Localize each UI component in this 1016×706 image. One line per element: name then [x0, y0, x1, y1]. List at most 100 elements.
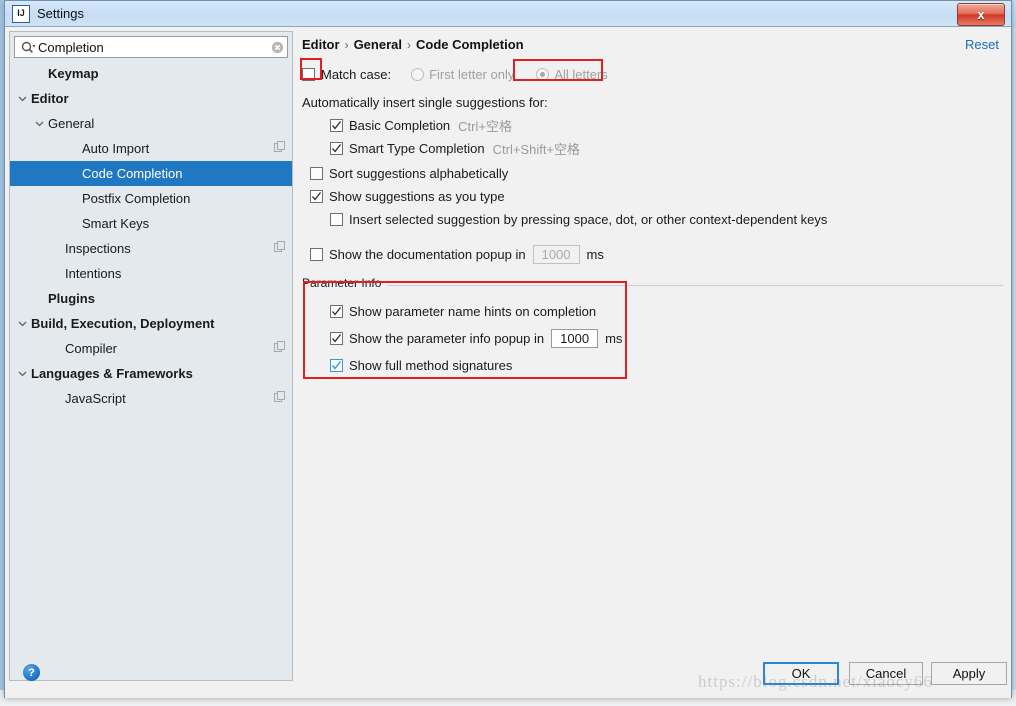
sidebar-item-label: Code Completion	[82, 166, 183, 181]
sidebar-item-general[interactable]: General	[10, 111, 292, 136]
ok-button-label: OK	[791, 666, 811, 681]
copy-settings-icon[interactable]	[274, 141, 286, 156]
search-input[interactable]	[38, 39, 267, 55]
settings-dialog: Settings x	[4, 0, 1012, 698]
smart-type-completion-row: Smart Type Completion Ctrl+Shift+空格	[302, 137, 1003, 160]
sidebar-item-auto-import[interactable]: Auto Import	[10, 136, 292, 161]
sidebar-item-label: Auto Import	[82, 141, 150, 156]
sort-suggestions-checkbox[interactable]	[310, 167, 323, 180]
sidebar-item-label: JavaScript	[65, 391, 126, 406]
chevron-down-icon[interactable]	[16, 319, 29, 328]
close-button[interactable]: x	[957, 3, 1005, 26]
copy-settings-icon[interactable]	[274, 341, 286, 356]
doc-popup-label: Show the documentation popup in	[329, 247, 526, 262]
show-suggestions-label: Show suggestions as you type	[329, 189, 505, 204]
match-case-checkbox[interactable]	[302, 67, 315, 81]
reset-link[interactable]: Reset	[965, 37, 999, 52]
settings-sidebar: Keymap Editor General Auto Import Code Compl…	[9, 31, 293, 681]
sidebar-item-label: Build, Execution, Deployment	[31, 316, 215, 331]
param-info-popup-checkbox[interactable]	[330, 331, 343, 345]
sidebar-item-label: Intentions	[65, 266, 122, 281]
match-case-row: Match case: First letter only All letter…	[302, 61, 1003, 87]
doc-popup-delay-input[interactable]: 1000	[532, 245, 580, 264]
param-name-hints-checkbox[interactable]	[330, 304, 343, 318]
sidebar-item-label: Smart Keys	[82, 216, 150, 231]
sidebar-item-build-execution-deployment[interactable]: Build, Execution, Deployment	[10, 311, 292, 336]
chevron-down-icon[interactable]	[33, 119, 46, 128]
checkmark-icon	[332, 144, 342, 153]
breadcrumb-item-general[interactable]: General	[354, 37, 402, 52]
checkmark-icon	[312, 192, 322, 201]
sort-suggestions-row: Sort suggestions alphabetically	[302, 162, 1003, 185]
sidebar-item-editor[interactable]: Editor	[10, 86, 292, 111]
match-case-label: Match case:	[321, 66, 392, 82]
param-name-hints-row: Show parameter name hints on completion	[302, 298, 1003, 324]
insert-selected-suggestion-label: Insert selected suggestion by pressing s…	[349, 212, 828, 227]
checkmark-icon	[331, 360, 342, 370]
sidebar-item-postfix-completion[interactable]: Postfix Completion	[10, 186, 292, 211]
sidebar-item-label: Keymap	[48, 66, 99, 81]
parameter-info-group-line	[302, 285, 1003, 286]
copy-settings-icon[interactable]	[274, 391, 286, 406]
basic-completion-checkbox[interactable]	[330, 119, 343, 132]
insert-selected-suggestion-checkbox[interactable]	[330, 213, 343, 226]
breadcrumb-item-editor[interactable]: Editor	[302, 37, 340, 52]
dialog-footer: ? OK Cancel Apply	[5, 654, 1011, 698]
full-method-signatures-checkbox[interactable]	[330, 358, 343, 372]
help-icon: ?	[28, 666, 35, 679]
cancel-button-label: Cancel	[865, 666, 907, 681]
sidebar-item-code-completion[interactable]: Code Completion	[10, 161, 292, 186]
sidebar-item-keymap[interactable]: Keymap	[10, 61, 292, 86]
chevron-down-icon[interactable]	[16, 94, 29, 103]
checkmark-icon	[332, 121, 342, 130]
cancel-button[interactable]: Cancel	[849, 662, 923, 685]
auto-insert-header: Automatically insert single suggestions …	[302, 91, 1003, 114]
smart-type-completion-shortcut: Ctrl+Shift+空格	[492, 142, 581, 157]
param-info-delay-input[interactable]: 1000	[551, 328, 599, 348]
all-letters-radio-dot	[540, 71, 546, 77]
parameter-info-title: Parameter Info	[302, 276, 388, 290]
sidebar-item-smart-keys[interactable]: Smart Keys	[10, 211, 292, 236]
breadcrumb: Editor › General › Code Completion	[302, 37, 524, 52]
all-letters-label: All letters	[554, 66, 608, 82]
parameter-info-group: Parameter Info Show parameter name hints…	[302, 276, 1003, 388]
checkmark-icon	[332, 333, 342, 343]
first-letter-only-label: First letter only	[429, 66, 515, 82]
dialog-title: Settings	[37, 6, 84, 21]
dialog-titlebar: Settings x	[5, 1, 1011, 27]
sidebar-item-languages-frameworks[interactable]: Languages & Frameworks	[10, 361, 292, 386]
full-method-signatures-row: Show full method signatures	[302, 352, 1003, 378]
sort-suggestions-label: Sort suggestions alphabetically	[329, 166, 509, 181]
clear-icon[interactable]	[267, 41, 287, 54]
apply-button[interactable]: Apply	[931, 662, 1007, 685]
sidebar-item-label: General	[48, 116, 95, 131]
help-button[interactable]: ?	[23, 664, 40, 681]
settings-detail-pane: Editor › General › Code Completion Reset…	[298, 31, 1007, 681]
sidebar-item-plugins[interactable]: Plugins	[10, 286, 292, 311]
apply-button-label: Apply	[952, 666, 986, 681]
doc-popup-checkbox[interactable]	[310, 248, 323, 261]
ok-button[interactable]: OK	[763, 662, 839, 685]
sidebar-item-javascript[interactable]: JavaScript	[10, 386, 292, 411]
sidebar-item-label: Inspections	[65, 241, 131, 256]
checkmark-icon	[332, 306, 342, 316]
search-field[interactable]	[14, 36, 288, 58]
auto-insert-header-label: Automatically insert single suggestions …	[302, 95, 548, 110]
sidebar-item-label: Plugins	[48, 291, 95, 306]
copy-settings-icon[interactable]	[274, 241, 286, 256]
show-suggestions-checkbox[interactable]	[310, 190, 323, 203]
dialog-content: Keymap Editor General Auto Import Code Compl…	[5, 27, 1011, 698]
chevron-down-icon[interactable]	[16, 369, 29, 378]
sidebar-item-label: Languages & Frameworks	[31, 366, 193, 381]
sidebar-item-inspections[interactable]: Inspections	[10, 236, 292, 261]
smart-type-completion-label: Smart Type Completion	[349, 141, 485, 156]
sidebar-item-intentions[interactable]: Intentions	[10, 261, 292, 286]
all-letters-radio[interactable]	[536, 67, 550, 81]
first-letter-only-radio[interactable]	[411, 67, 425, 81]
smart-type-completion-checkbox[interactable]	[330, 142, 343, 155]
full-method-signatures-label: Show full method signatures	[349, 357, 513, 373]
close-icon: x	[977, 7, 985, 22]
breadcrumb-item-code-completion: Code Completion	[415, 37, 524, 52]
show-suggestions-row: Show suggestions as you type	[302, 185, 1003, 208]
sidebar-item-compiler[interactable]: Compiler	[10, 336, 292, 361]
